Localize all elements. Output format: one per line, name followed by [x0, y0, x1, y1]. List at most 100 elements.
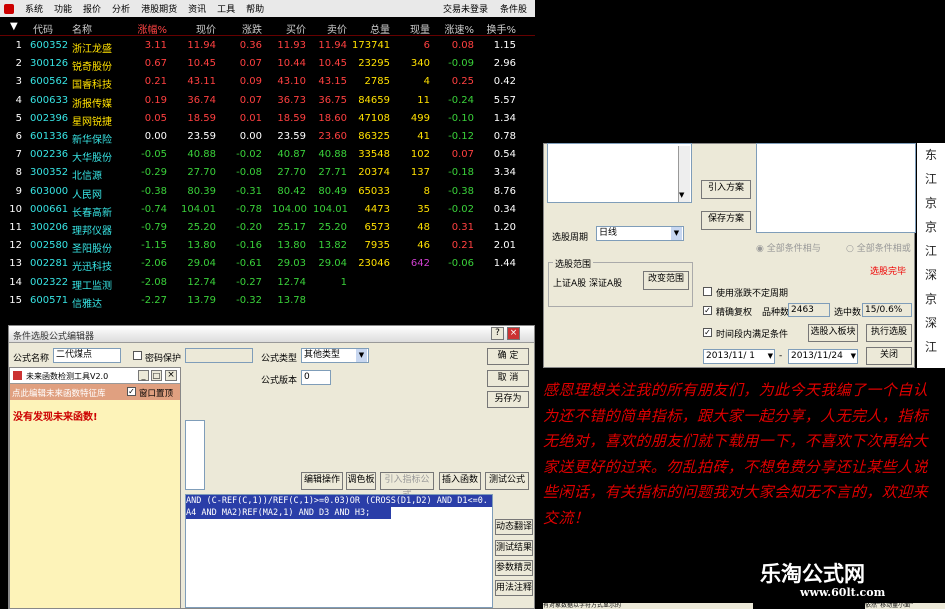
table-row[interactable]: 5 002396 星网锐捷 0.05 18.59 0.01 18.59 18.60 47108 4…	[0, 110, 535, 128]
ok-button[interactable]: 确 定	[487, 348, 529, 365]
stock-code: 600571	[30, 294, 69, 306]
add-to-block-button[interactable]: 选股入板块	[808, 324, 858, 342]
formula-code-editor[interactable]: AND (C-REF(C,1))/REF(C,1)>=0.03)OR (CROS…	[185, 494, 493, 608]
dynamic-translate-button[interactable]: 动态翻译	[495, 519, 533, 535]
quote-cell: 0.09	[239, 76, 262, 88]
close-button[interactable]: 关闭	[866, 347, 912, 365]
palette-button[interactable]: 调色板	[346, 472, 376, 490]
edit-feature-lib-link[interactable]: 点此编辑未来函数特征库	[12, 387, 106, 399]
quote-cell: 3.34	[493, 167, 516, 179]
date-to-dropdown-icon[interactable]: ▼	[851, 350, 856, 363]
uncertain-period-checkbox[interactable]	[703, 287, 712, 296]
table-row[interactable]: 2 300126 锐奇股份 0.67 10.45 0.07 10.44 10.45 23295 3…	[0, 55, 535, 73]
insert-function-button[interactable]: 插入函数	[439, 472, 481, 490]
header-price[interactable]: 现价	[180, 21, 216, 36]
cancel-button[interactable]: 取 消	[487, 370, 529, 387]
table-row[interactable]: 12 002580 圣阳股份 -1.15 13.80 -0.16 13.80 13.82 793…	[0, 237, 535, 255]
date-to-picker[interactable]: 2013/11/24 ▼	[788, 349, 858, 364]
header-ask[interactable]: 卖价	[313, 21, 347, 36]
table-row[interactable]: 13 002281 光迅科技 -2.06 29.04 -0.61 29.03 29.04 230…	[0, 255, 535, 273]
table-row[interactable]: 14 002322 理工监测 -2.08 12.74 -0.27 12.74 1	[0, 274, 535, 292]
quote-cell: -0.16	[236, 240, 262, 252]
table-row[interactable]: 1 600352 浙江龙盛 3.11 11.94 0.36 11.93 11.94 173741…	[0, 37, 535, 55]
menu-item-tools[interactable]: 工具	[217, 2, 235, 15]
param-wizard-button[interactable]: 参数精灵	[495, 560, 533, 576]
quote-cell: -1.15	[141, 240, 167, 252]
change-range-button[interactable]: 改变范围	[643, 271, 689, 290]
menu-item-system[interactable]: 系统	[25, 2, 43, 15]
exact-fq-checkbox[interactable]: ✓	[703, 306, 712, 315]
trade-login-status[interactable]: 交易未登录	[443, 2, 488, 15]
scroll-down-icon[interactable]: ▼	[679, 191, 684, 199]
menu-item-quote[interactable]: 报价	[83, 2, 101, 15]
condition-stock-button[interactable]: 条件股	[500, 2, 527, 15]
period-dropdown-icon[interactable]: ▼	[671, 227, 682, 240]
table-row[interactable]: 11 300206 理邦仪器 -0.79 25.20 -0.20 25.17 25.20 657…	[0, 219, 535, 237]
password-checkbox[interactable]	[133, 351, 142, 360]
quote-cell: 4	[423, 76, 430, 88]
table-row[interactable]: 9 603000 人民网 -0.38 80.39 -0.31 80.42 80.49 65033…	[0, 183, 535, 201]
close-icon[interactable]: ×	[507, 327, 520, 340]
maximize-icon[interactable]: □	[151, 370, 162, 381]
time-range-checkbox[interactable]: ✓	[703, 328, 712, 337]
formula-type-select[interactable]: 其他类型 ▼	[301, 348, 369, 363]
stock-code: 000661	[30, 203, 69, 215]
header-code[interactable]: 代码	[33, 21, 53, 36]
test-result-button[interactable]: 测试结果	[495, 540, 533, 556]
table-row[interactable]: 3 600562 国睿科技 0.21 43.11 0.09 43.10 43.15 2785 4 0…	[0, 73, 535, 91]
run-selection-button[interactable]: 执行选股	[866, 324, 912, 342]
uncertain-period-label: 使用涨跌不定周期	[716, 289, 789, 299]
quote-cell: 104.01	[313, 203, 348, 215]
minimize-icon[interactable]: _	[138, 370, 149, 381]
quote-cell: 0.08	[451, 40, 474, 51]
date-from-dropdown-icon[interactable]: ▼	[768, 350, 773, 363]
window-topmost-checkbox[interactable]: ✓	[127, 387, 136, 396]
header-turnover[interactable]: 换手%	[482, 21, 516, 36]
header-speed[interactable]: 涨速%	[440, 21, 474, 36]
formula-type-dropdown-icon[interactable]: ▼	[356, 349, 367, 362]
header-current-vol[interactable]: 现量	[400, 21, 430, 36]
parameter-table[interactable]	[185, 420, 205, 490]
table-row[interactable]: 8 300352 北信源 -0.29 27.70 -0.08 27.70 27.71 20374…	[0, 164, 535, 182]
save-as-button[interactable]: 另存为	[487, 391, 529, 408]
password-input[interactable]	[185, 348, 253, 363]
help-icon[interactable]: ?	[491, 327, 504, 340]
quote-cell: 11.94	[318, 40, 347, 51]
formula-name-input[interactable]: 二代煤点	[53, 348, 121, 363]
quote-cell: -0.02	[236, 149, 262, 161]
background-char: 江	[924, 340, 937, 354]
menu-item-help[interactable]: 帮助	[246, 2, 264, 15]
import-scheme-button[interactable]: 引入方案	[701, 180, 751, 199]
test-formula-button[interactable]: 测试公式	[485, 472, 529, 490]
formula-version-input[interactable]: 0	[301, 370, 331, 385]
table-row[interactable]: 4 600633 浙报传媒 0.19 36.74 0.07 36.73 36.75 84659 1…	[0, 92, 535, 110]
header-change-pct[interactable]: 涨幅%	[135, 21, 167, 36]
menu-item-hk-futures[interactable]: 港股期货	[141, 2, 177, 15]
table-row[interactable]: 10 000661 长春高新 -0.74 104.01 -0.78 104.00 104.01…	[0, 201, 535, 219]
menu-item-function[interactable]: 功能	[54, 2, 72, 15]
picked-value: 15/0.6%	[862, 303, 912, 317]
all-or-radio[interactable]: ○ 全部条件相或	[846, 241, 911, 254]
header-bid[interactable]: 买价	[272, 21, 306, 36]
save-scheme-button[interactable]: 保存方案	[701, 211, 751, 230]
all-and-radio[interactable]: ◉ 全部条件相与	[756, 241, 821, 254]
quote-cell: 13.80	[277, 240, 306, 252]
table-row[interactable]: 15 600571 信雅达 -2.27 13.79 -0.32 13.78	[0, 292, 535, 310]
import-indicator-button[interactable]: 引入指标公式	[380, 472, 434, 500]
header-change[interactable]: 涨跌	[228, 21, 262, 36]
future-tool-close-icon[interactable]: ×	[165, 370, 177, 381]
menu-item-analysis[interactable]: 分析	[112, 2, 130, 15]
quote-cell: 1	[340, 276, 347, 288]
condition-list[interactable]	[547, 143, 692, 203]
scheme-description[interactable]	[756, 143, 916, 233]
table-row[interactable]: 6 601336 新华保险 0.00 23.59 0.00 23.59 23.60 86325 4…	[0, 128, 535, 146]
edit-op-button[interactable]: 编辑操作	[301, 472, 343, 490]
period-select[interactable]: 日线 ▼	[596, 226, 684, 241]
header-volume[interactable]: 总量	[352, 21, 390, 36]
date-from-picker[interactable]: 2013/11/ 1 ▼	[703, 349, 775, 364]
usage-note-button[interactable]: 用法注释	[495, 580, 533, 596]
quote-cell: 0.05	[144, 112, 167, 124]
table-row[interactable]: 7 002236 大华股份 -0.05 40.88 -0.02 40.87 40.88 3354…	[0, 146, 535, 164]
menu-item-news[interactable]: 资讯	[188, 2, 206, 15]
header-name[interactable]: 名称	[72, 21, 92, 36]
